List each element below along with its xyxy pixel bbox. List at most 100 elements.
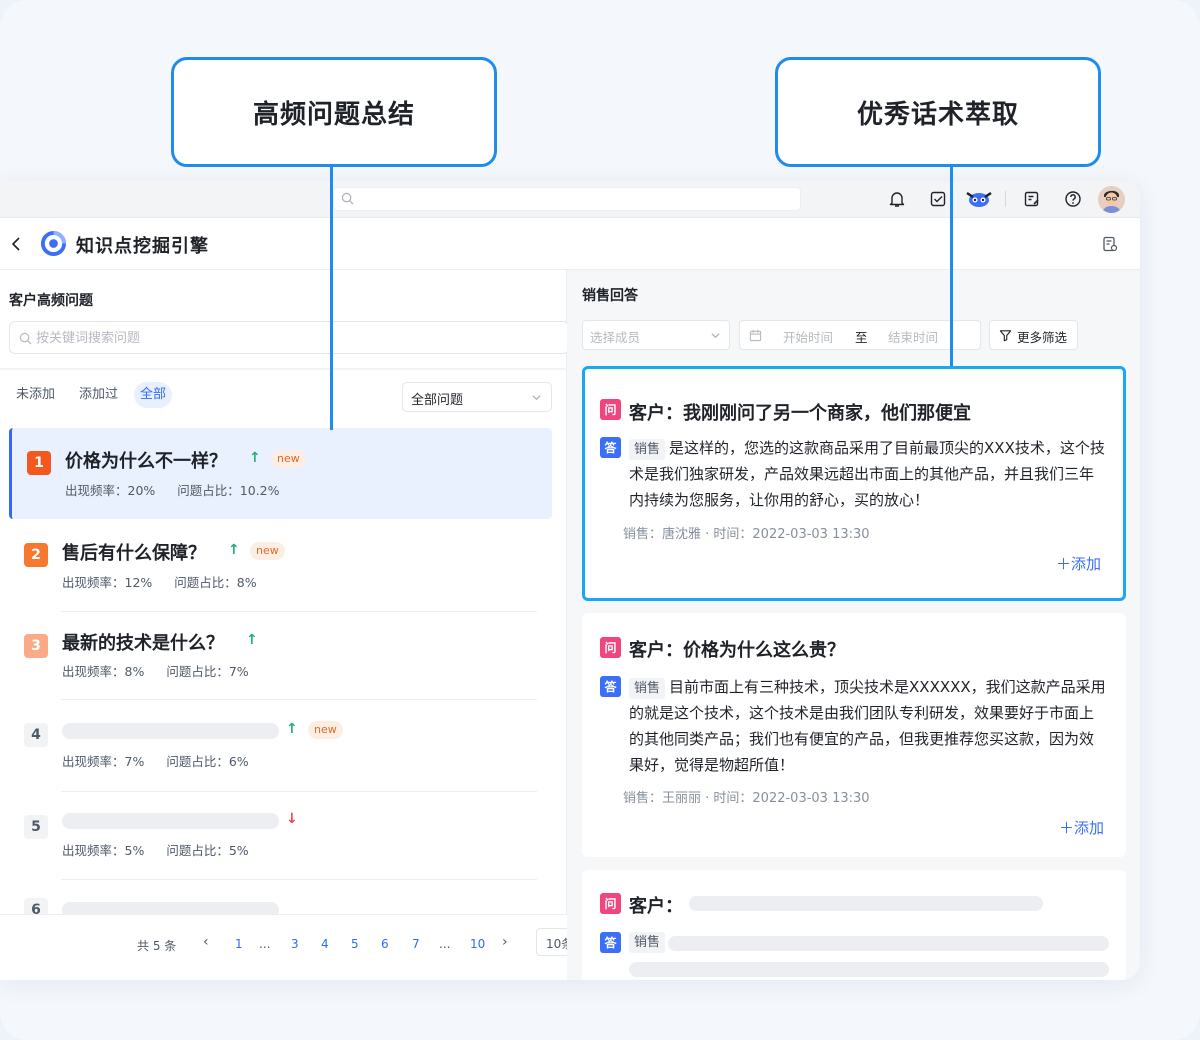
list-divider: [61, 879, 537, 880]
sales-answer: 销售 是这样的，您选的这款商品采用了目前最顶尖的XXX技术，这个技术是我们独家研发…: [629, 435, 1107, 513]
question-text-placeholder: [62, 723, 279, 739]
question-tag: 问: [600, 893, 621, 914]
trend-up-icon: ↑: [286, 721, 298, 737]
calendar-icon: [749, 329, 762, 342]
next-page-icon[interactable]: ›: [502, 934, 508, 950]
document-settings-icon[interactable]: [1102, 236, 1118, 252]
plus-icon: ＋: [1055, 555, 1071, 573]
member-placeholder: 选择成员: [590, 330, 641, 345]
trend-up-icon: ↑: [228, 542, 240, 558]
share-label: 问题占比：10.2%: [177, 483, 280, 498]
search-icon: [341, 192, 354, 205]
question-item-5[interactable]: 5 ↓ 出现频率：5% 问题占比：5%: [9, 792, 552, 883]
question-tag: 问: [600, 637, 621, 658]
new-badge: new: [308, 721, 343, 739]
date-range-picker[interactable]: 开始时间 至 结束时间: [739, 320, 981, 350]
rank-badge: 5: [24, 815, 48, 839]
answer-card-2[interactable]: 问 客户：价格为什么这么贵？ 答 销售 目前市面上有三种技术，顶尖技术是XXXXX…: [582, 613, 1126, 857]
question-search-input[interactable]: [36, 328, 536, 348]
question-item-4[interactable]: 4 ↑ new 出现频率：7% 问题占比：6%: [9, 700, 552, 791]
mascot-icon[interactable]: [964, 188, 994, 210]
question-text-placeholder: [62, 813, 279, 829]
new-badge: new: [271, 450, 306, 468]
answer-text: 目前市面上有三种技术，顶尖技术是XXXXXX，我们这款产品采用的就是这个技术，这…: [629, 678, 1106, 774]
frequency-label: 出现频率：12%: [62, 575, 153, 590]
global-search-input[interactable]: [333, 187, 801, 211]
new-badge: new: [250, 542, 285, 560]
chevron-down-icon: [711, 333, 720, 339]
range-separator: 至: [855, 330, 868, 345]
pagination: 共 5 条 ‹ 1 ... 3 4 5 6 7 ... 10 › 10条: [0, 914, 576, 980]
member-select[interactable]: 选择成员: [582, 320, 730, 350]
question-item-2[interactable]: 2 售后有什么保障？ ↑ new 出现频率：12% 问题占比：8%: [9, 520, 552, 611]
share-label: 问题占比：6%: [166, 754, 249, 769]
page-7[interactable]: 7: [412, 937, 420, 951]
answer-placeholder: [629, 962, 1109, 977]
callout-excellent-scripts: 优秀话术萃取: [775, 57, 1101, 167]
rank-badge: 4: [24, 723, 48, 747]
start-date[interactable]: 开始时间: [783, 327, 833, 346]
question-search-field[interactable]: [9, 321, 569, 354]
back-arrow-icon[interactable]: [10, 236, 22, 252]
sales-chip: 销售: [629, 678, 666, 699]
question-item-3[interactable]: 3 最新的技术是什么？ ↑ 出现频率：8% 问题占比：7%: [9, 612, 552, 703]
help-icon[interactable]: [1062, 188, 1084, 210]
add-label: 添加: [1073, 819, 1104, 837]
question-type-select[interactable]: 全部问题: [402, 382, 552, 412]
trend-up-icon: ↑: [246, 632, 258, 648]
note-edit-icon[interactable]: [1021, 188, 1043, 210]
page-3[interactable]: 3: [291, 937, 299, 951]
tab-added[interactable]: 添加过: [73, 382, 124, 408]
rank-badge: 2: [24, 543, 48, 567]
app-window: 知识点挖掘引擎 客户高频问题 未添加 添加过 全部 全部问题 1 价格为什么不一…: [0, 181, 1140, 980]
answer-text: 是这样的，您选的这款商品采用了目前最顶尖的XXX技术，这个技术是我们独家研发，产…: [629, 439, 1105, 509]
add-label: 添加: [1070, 555, 1101, 573]
panel-title-questions: 客户高频问题: [9, 293, 93, 309]
sales-chip: 销售: [629, 439, 666, 460]
add-button[interactable]: ＋添加: [1059, 817, 1104, 838]
frequent-questions-panel: 客户高频问题 未添加 添加过 全部 全部问题 1 价格为什么不一样？ ↑ new…: [0, 270, 576, 980]
answer-tag: 答: [600, 932, 621, 953]
answer-card-3[interactable]: 问 客户： 答 销售: [582, 870, 1126, 980]
page-4[interactable]: 4: [321, 937, 329, 951]
question-text: 最新的技术是什么？: [62, 633, 224, 654]
frequency-label: 出现频率：5%: [62, 843, 145, 858]
callout-connector-left: [330, 166, 333, 430]
more-filters-button[interactable]: 更多筛选: [989, 320, 1078, 350]
page-ellipsis[interactable]: ...: [439, 937, 450, 951]
page-header: 知识点挖掘引擎: [0, 218, 1140, 270]
answer-tag: 答: [600, 437, 621, 458]
filter-funnel-icon: [999, 330, 1012, 342]
customer-question: 客户：我刚刚问了另一个商家，他们那便宜: [629, 403, 971, 424]
trend-down-icon: ↓: [286, 811, 298, 827]
trend-up-icon: ↑: [249, 450, 261, 466]
question-stats: 出现频率：7% 问题占比：6%: [62, 751, 271, 770]
page-1[interactable]: 1: [235, 937, 243, 951]
more-filters-label: 更多筛选: [1017, 330, 1068, 345]
share-label: 问题占比：8%: [174, 575, 257, 590]
question-stats: 出现频率：5% 问题占比：5%: [62, 840, 271, 859]
bell-icon[interactable]: [886, 188, 908, 210]
answer-card-1[interactable]: 问 客户：我刚刚问了另一个商家，他们那便宜 答 销售 是这样的，您选的这款商品采用…: [582, 366, 1126, 601]
user-avatar[interactable]: [1098, 186, 1125, 213]
tab-not-added[interactable]: 未添加: [10, 382, 61, 408]
tab-all[interactable]: 全部: [134, 382, 173, 408]
page-title: 知识点挖掘引擎: [76, 236, 209, 257]
end-date[interactable]: 结束时间: [888, 327, 938, 346]
prev-page-icon[interactable]: ‹: [203, 934, 209, 950]
question-type-value: 全部问题: [411, 393, 464, 408]
page-ellipsis[interactable]: ...: [259, 937, 270, 951]
question-text: 售后有什么保障？: [62, 543, 206, 564]
question-item-6[interactable]: 6: [9, 882, 552, 916]
answer-meta: 销售：王丽丽 · 时间：2022-03-03 13:30: [623, 791, 870, 806]
add-button[interactable]: ＋添加: [1056, 553, 1101, 574]
sales-answer: 销售 目前市面上有三种技术，顶尖技术是XXXXXX，我们这款产品采用的就是这个技术…: [629, 674, 1107, 778]
page-5[interactable]: 5: [351, 937, 359, 951]
page-6[interactable]: 6: [381, 937, 389, 951]
task-check-icon[interactable]: [927, 188, 949, 210]
section-divider: [0, 368, 567, 370]
question-item-1[interactable]: 1 价格为什么不一样？ ↑ new 出现频率：20% 问题占比：10.2%: [9, 428, 552, 519]
question-stats: 出现频率：12% 问题占比：8%: [62, 572, 279, 591]
answer-placeholder: [668, 936, 1109, 951]
page-10[interactable]: 10: [470, 937, 485, 951]
